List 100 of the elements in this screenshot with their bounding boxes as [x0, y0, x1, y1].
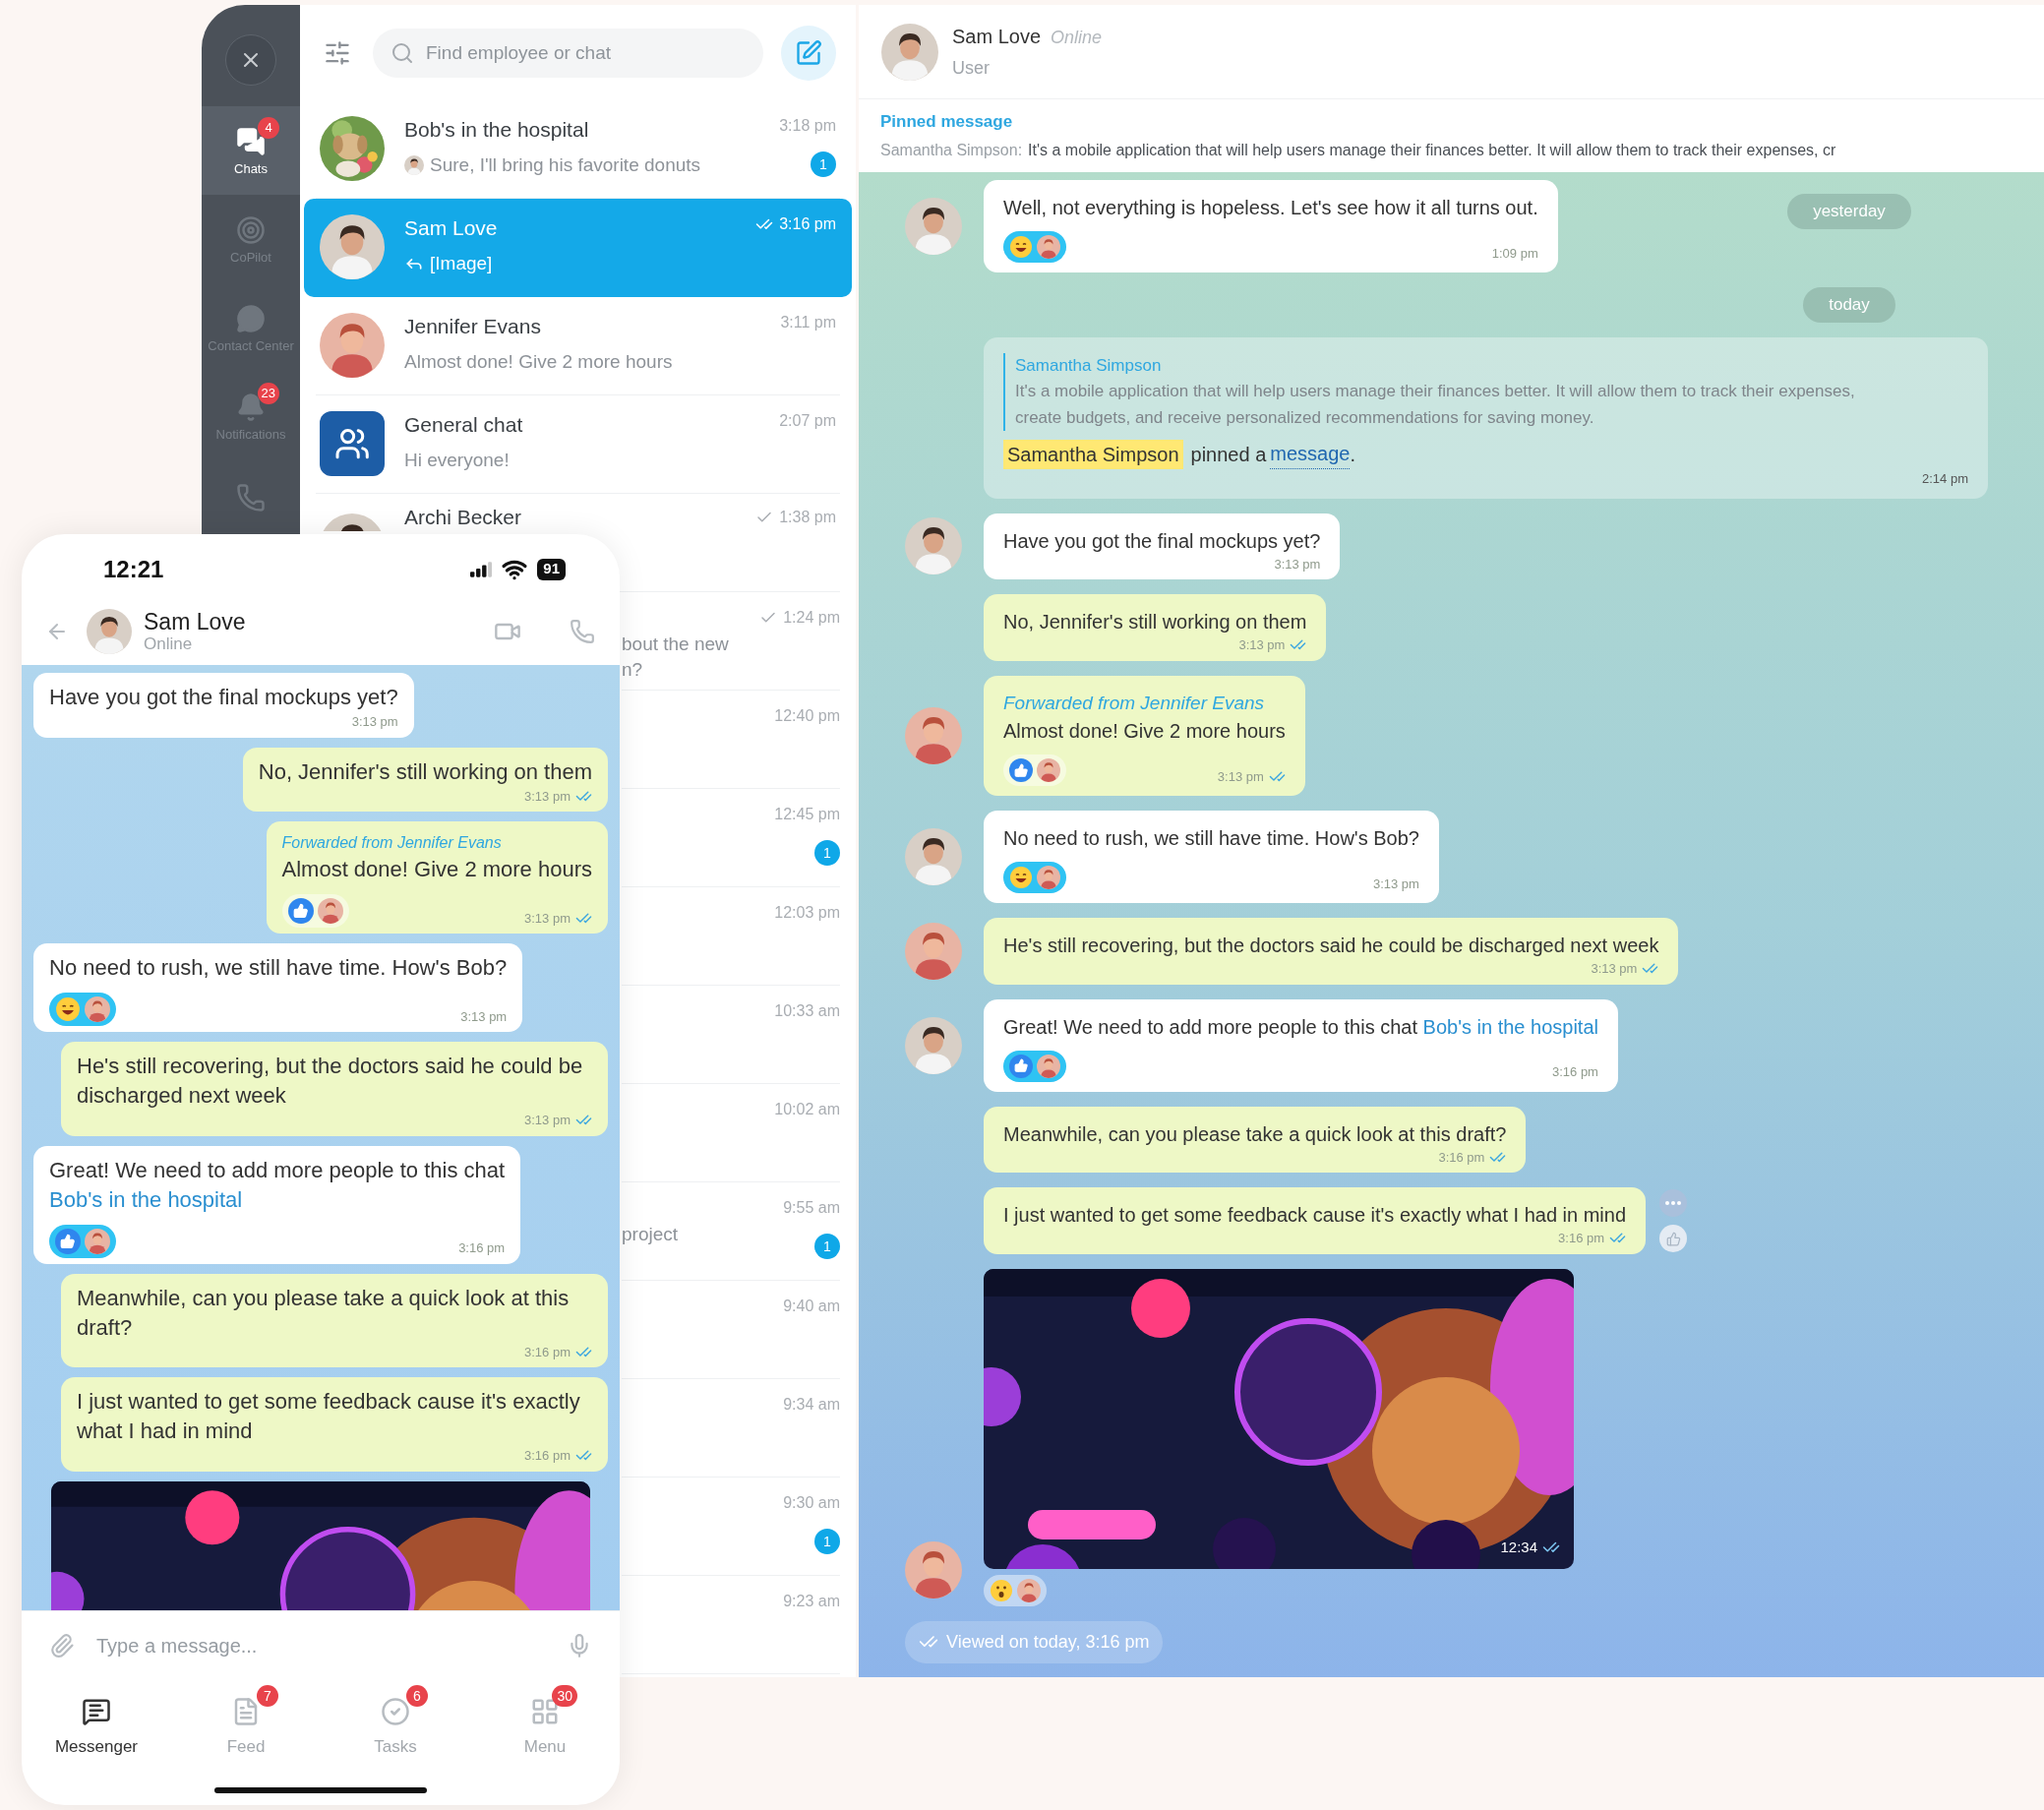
message-preview: [Image] [430, 251, 493, 275]
timestamp: 3:16 pm [779, 214, 836, 234]
reactions-pill[interactable] [1003, 1050, 1066, 1082]
message-text: I just wanted to get some feedback cause it's exactly what I had in mind [1003, 1203, 1627, 1228]
timestamp: 3:16 pm [458, 1239, 506, 1257]
message-text: Have you got the final mockups yet? [1003, 528, 1321, 554]
date-pill: yesterday [1787, 194, 1911, 229]
timestamp: 9:23 am [783, 1592, 840, 1611]
thumbs-up-icon [287, 898, 314, 924]
more-button[interactable] [1659, 1189, 1688, 1217]
check-circle-icon [381, 1697, 410, 1727]
avatar [905, 1016, 962, 1074]
tab[interactable]: 7 Feed [171, 1679, 321, 1778]
avatar [881, 23, 938, 81]
message-text: He's still recovering, but the doctors said he could be discharged next week [77, 1053, 584, 1110]
reactions-pill[interactable] [49, 1224, 116, 1258]
avatar [905, 1540, 962, 1599]
search-field[interactable]: Find employee or chat [373, 28, 763, 78]
target-icon [236, 214, 266, 245]
avatar [404, 154, 424, 175]
message-field[interactable]: Type a message... [96, 1630, 545, 1660]
timestamp: 3:13 pm [1238, 636, 1286, 654]
timestamp: 9:55 am [783, 1198, 840, 1218]
thumbs-up-icon [1009, 758, 1033, 782]
pinned-bar[interactable]: Pinned message Samantha Simpson: It's a mobile application that will help users manage their finances better. It will allow them to track their expenses, cr [859, 98, 2044, 172]
chat-name: General chat [404, 412, 524, 438]
unread-badge: 1 [811, 151, 836, 177]
message-text: Meanwhile, can you please take a quick look at this draft? [1003, 1121, 1507, 1147]
message-preview: n? [622, 658, 644, 682]
avatar [1037, 1054, 1060, 1078]
reactions-pill[interactable] [281, 894, 349, 928]
phone-icon [236, 483, 266, 513]
forwarded-label: Forwarded from Jennifer Evans [281, 833, 503, 853]
chat-link[interactable]: Bob's in the hospital [1422, 1015, 1598, 1038]
chat-link[interactable]: Bob's in the hospital [49, 1186, 243, 1212]
chat-list-item[interactable]: Sam Love [Image] 3:16 pm [304, 199, 852, 297]
reactions-pill[interactable] [984, 1574, 1047, 1606]
timestamp: 3:13 pm [1274, 555, 1321, 573]
avatar [905, 922, 962, 980]
timestamp: 3:13 pm [524, 1112, 571, 1129]
clock: 12:21 [103, 554, 164, 584]
timestamp: 1:38 pm [779, 508, 836, 527]
timestamp: 12:03 pm [774, 903, 840, 923]
message-text: No need to rush, we still have time. How's Bob? [1003, 826, 1419, 851]
forwarded-label: Forwarded from Jennifer Evans [1003, 691, 1266, 715]
like-button[interactable] [1659, 1225, 1688, 1252]
message-text: Almost done! Give 2 more hours [281, 856, 592, 883]
avatar [905, 828, 962, 885]
timestamp: 1:09 pm [1491, 244, 1538, 263]
message-text: Meanwhile, can you please take a quick look at this draft? [77, 1284, 571, 1342]
count-badge: 4 [258, 116, 279, 139]
timestamp: 9:34 am [783, 1395, 840, 1415]
tab[interactable]: 30 Menu [470, 1679, 620, 1778]
message-preview: Almost done! Give 2 more hours [404, 349, 673, 374]
surprised-emoji-icon [990, 1578, 1013, 1602]
more-icon [1665, 1201, 1682, 1205]
pen-square-icon [795, 38, 822, 67]
timestamp: 3:13 pm [524, 909, 571, 928]
date-pill: today [1803, 287, 1895, 323]
user-mention[interactable]: Samantha Simpson [1003, 439, 1183, 469]
quote-author: Samantha Simpson [1015, 354, 1163, 377]
timestamp: 3:18 pm [779, 116, 836, 136]
timestamp: 3:13 pm [1372, 875, 1419, 893]
reactions-pill[interactable] [1003, 862, 1066, 893]
thumbs-up-icon [1009, 1054, 1033, 1078]
timestamp: 10:33 am [774, 1001, 840, 1021]
message-text: I just wanted to get some feedback cause it's exactly what I had in mind [77, 1388, 581, 1445]
grid-icon [530, 1697, 560, 1727]
close-button[interactable] [225, 34, 276, 86]
tab[interactable]: 6 Tasks [321, 1679, 470, 1778]
message-preview: project [622, 1223, 680, 1246]
message-text: No, Jennifer's still working on them [258, 757, 592, 786]
avatar [905, 198, 962, 255]
unread-badge: 1 [814, 1529, 840, 1554]
notice-text: pinned a [1190, 442, 1267, 467]
reactions-pill[interactable] [49, 993, 116, 1026]
avatar [87, 609, 132, 654]
timestamp: 2:14 pm [1922, 470, 1968, 488]
thumbs-up-icon [55, 1228, 81, 1254]
message-preview: bout the new [622, 633, 730, 656]
message-text: Almost done! Give 2 more hours [1003, 719, 1286, 744]
timestamp: 9:30 am [783, 1493, 840, 1513]
count-badge: 23 [257, 382, 279, 404]
timestamp: 9:40 am [783, 1297, 840, 1316]
avatar [320, 313, 385, 378]
unread-badge: 1 [814, 840, 840, 866]
timestamp: 3:13 pm [1217, 767, 1264, 786]
notice-text: . [1350, 442, 1355, 467]
avatar [85, 1228, 110, 1254]
reactions-pill[interactable] [1003, 231, 1066, 263]
chat-name: Sam Love [404, 215, 499, 241]
chat-bubble-icon [82, 1697, 111, 1727]
timestamp: 2:07 pm [779, 411, 836, 431]
reactions-pill[interactable] [1003, 754, 1066, 786]
battery-indicator: 91 [537, 558, 566, 580]
tab[interactable]: Messenger [22, 1679, 171, 1778]
nav-item[interactable]: 4 Chats [202, 106, 300, 195]
pinned-author: Samantha Simpson: [880, 140, 1023, 160]
contact-name: Sam Love [952, 25, 1042, 49]
message-link[interactable]: message [1270, 439, 1351, 469]
